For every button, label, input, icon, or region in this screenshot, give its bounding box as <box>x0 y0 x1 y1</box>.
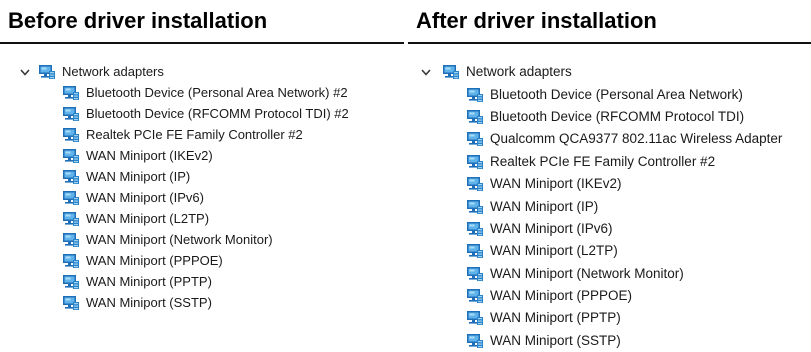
before-divider <box>0 42 404 44</box>
network-adapters-label: Network adapters <box>466 64 572 80</box>
network-adapter-icon <box>62 274 80 290</box>
device-name: Realtek PCIe FE Family Controller #2 <box>490 153 716 169</box>
network-adapter-icon <box>62 169 80 185</box>
after-heading: After driver installation <box>416 8 657 33</box>
network-adapter-icon <box>62 148 80 164</box>
network-adapter-icon <box>466 266 484 282</box>
network-adapter-icon <box>466 333 484 349</box>
device-name: WAN Miniport (PPPOE) <box>86 252 223 268</box>
network-adapter-icon <box>62 211 80 227</box>
device-name: WAN Miniport (L2TP) <box>490 243 618 259</box>
device-name: WAN Miniport (IP) <box>490 198 599 214</box>
after-divider <box>408 42 811 44</box>
network-adapter-icon <box>466 109 484 125</box>
network-adapter-icon <box>466 199 484 215</box>
network-adapter-icon <box>466 243 484 259</box>
device-name: Bluetooth Device (Personal Area Network) <box>490 86 743 102</box>
network-adapter-icon <box>466 310 484 326</box>
network-adapter-icon <box>466 131 484 147</box>
network-adapter-icon <box>62 190 80 206</box>
device-name: WAN Miniport (IPv6) <box>86 189 204 205</box>
network-adapters-label: Network adapters <box>62 63 164 79</box>
network-adapter-icon <box>466 221 484 237</box>
network-adapter-icon <box>62 295 80 311</box>
device-name: WAN Miniport (PPTP) <box>86 273 212 289</box>
device-name: WAN Miniport (IP) <box>86 168 191 184</box>
network-adapter-icon <box>466 154 484 170</box>
before-heading: Before driver installation <box>8 8 268 33</box>
network-adapter-icon <box>62 106 80 122</box>
network-adapter-icon <box>62 85 80 101</box>
network-adapter-icon <box>466 176 484 192</box>
device-name: Bluetooth Device (RFCOMM Protocol TDI) <box>490 108 745 124</box>
network-adapter-icon <box>442 64 460 80</box>
network-adapter-icon <box>62 232 80 248</box>
after-panel: After driver installation Network adapte… <box>408 0 811 350</box>
chevron-down-icon[interactable] <box>18 65 32 79</box>
network-adapter-icon <box>466 288 484 304</box>
device-name: Qualcomm QCA9377 802.11ac Wireless Adapt… <box>490 131 783 147</box>
device-name: WAN Miniport (IKEv2) <box>490 176 622 192</box>
before-panel: Before driver installation Network adapt… <box>0 0 404 350</box>
chevron-down-icon[interactable] <box>419 65 433 79</box>
network-adapter-icon <box>38 64 56 80</box>
device-name: WAN Miniport (PPTP) <box>490 310 621 326</box>
device-name: WAN Miniport (IPv6) <box>490 220 613 236</box>
network-adapter-icon <box>62 253 80 269</box>
network-adapter-icon <box>466 87 484 103</box>
device-name: Bluetooth Device (Personal Area Network)… <box>86 84 348 100</box>
device-name: WAN Miniport (Network Monitor) <box>490 265 684 281</box>
device-name: WAN Miniport (IKEv2) <box>86 147 213 163</box>
device-name: WAN Miniport (SSTP) <box>490 332 621 348</box>
device-name: WAN Miniport (PPPOE) <box>490 288 633 304</box>
device-name: Bluetooth Device (RFCOMM Protocol TDI) #… <box>86 105 349 121</box>
device-name: WAN Miniport (SSTP) <box>86 294 212 310</box>
device-name: WAN Miniport (L2TP) <box>86 210 210 226</box>
device-name: Realtek PCIe FE Family Controller #2 <box>86 126 303 142</box>
device-name: WAN Miniport (Network Monitor) <box>86 231 273 247</box>
network-adapter-icon <box>62 127 80 143</box>
